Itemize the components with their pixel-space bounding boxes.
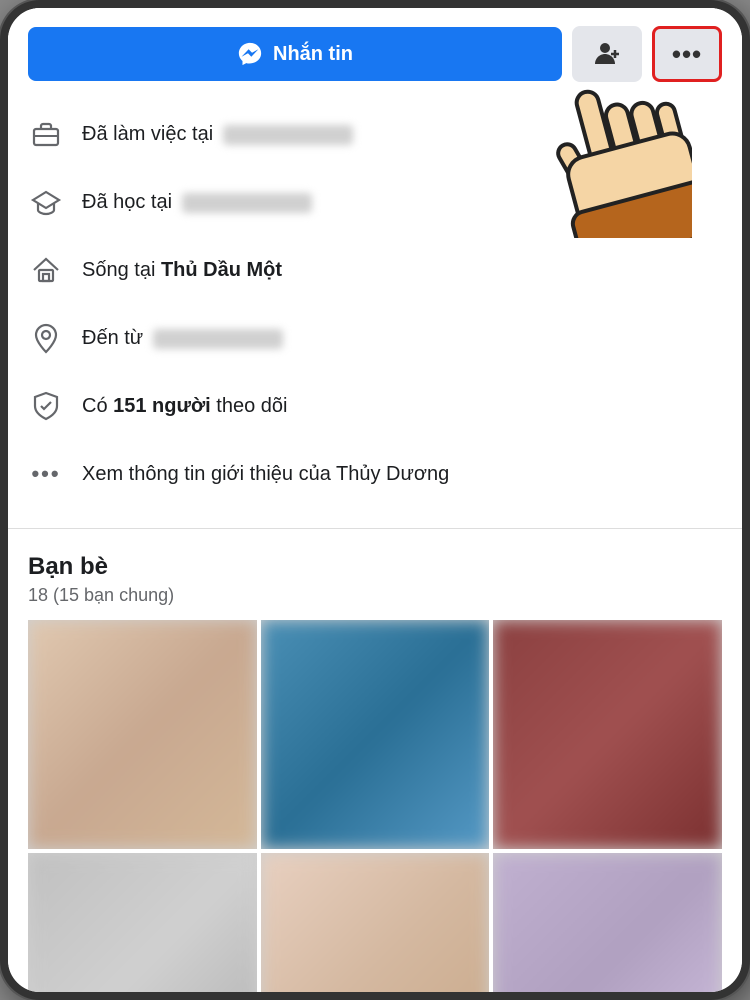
friends-section: Bạn bè 18 (15 bạn chung) [8,539,742,992]
friend-thumb-3[interactable] [493,620,722,849]
dots-icon: ••• [28,456,64,492]
briefcase-icon [28,116,64,152]
messenger-button[interactable]: Nhắn tin [28,27,562,81]
home-icon [28,252,64,288]
school-icon [28,184,64,220]
friend-thumb-4[interactable] [28,853,257,992]
friend-thumb-5[interactable] [261,853,490,992]
phone-frame: Nhắn tin ••• [0,0,750,1000]
shield-icon [28,388,64,424]
location-icon [28,320,64,356]
add-friend-button[interactable] [572,26,642,82]
friends-grid [28,620,722,992]
more-dots-label: ••• [672,39,702,70]
messenger-label: Nhắn tin [273,43,353,66]
from-text: Đến từ [82,325,283,351]
home-info-item: Sống tại Thủ Dầu Một [28,236,722,304]
home-text: Sống tại Thủ Dầu Một [82,257,282,283]
messenger-icon [237,41,263,67]
friends-count: 18 (15 bạn chung) [28,585,722,606]
followers-info-item: Có 151 người theo dõi [28,372,722,440]
school-info-item: Đã học tại [28,168,722,236]
friend-thumb-2[interactable] [261,620,490,849]
work-info-item: Đã làm việc tại [28,100,722,168]
info-section: Đã làm việc tại Đã học tại [8,96,742,518]
work-text: Đã làm việc tại [82,121,353,147]
followers-text: Có 151 người theo dõi [82,393,287,419]
friend-thumb-1[interactable] [28,620,257,849]
more-intro-text: Xem thông tin giới thiệu của Thủy Dương [82,461,449,487]
friend-thumb-6[interactable] [493,853,722,992]
more-intro-item[interactable]: ••• Xem thông tin giới thiệu của Thủy Dư… [28,440,722,508]
from-info-item: Đến từ [28,304,722,372]
action-bar: Nhắn tin ••• [8,8,742,96]
school-text: Đã học tại [82,189,312,215]
person-icon [593,40,621,68]
more-options-button[interactable]: ••• [652,26,722,82]
section-divider [8,528,742,529]
friends-title: Bạn bè [28,553,722,581]
screen: Nhắn tin ••• [8,8,742,992]
